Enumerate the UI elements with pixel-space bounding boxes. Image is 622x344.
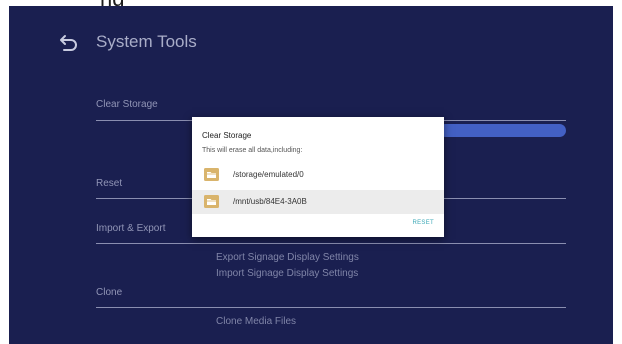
header: System Tools xyxy=(9,28,613,58)
folder-icon xyxy=(204,168,219,181)
divider xyxy=(96,307,566,308)
dialog-title: Clear Storage xyxy=(202,131,252,140)
divider xyxy=(96,243,566,244)
storage-item-internal[interactable]: /storage/emulated/0 xyxy=(192,163,444,187)
menu-item-import-settings[interactable]: Import Signage Display Settings xyxy=(216,268,358,279)
storage-path: /mnt/usb/84E4-3A0B xyxy=(233,197,307,206)
page-title: System Tools xyxy=(96,32,197,51)
storage-item-usb[interactable]: /mnt/usb/84E4-3A0B xyxy=(192,190,444,214)
focus-highlight-bar xyxy=(439,124,566,137)
clear-storage-dialog: Clear Storage This will erase all data,i… xyxy=(192,117,444,237)
menu-item-clear-storage[interactable]: Clear Storage xyxy=(96,99,158,110)
system-tools-screen: System Tools Clear Storage Reset Import … xyxy=(9,6,613,344)
dialog-message: This will erase all data,including: xyxy=(202,147,303,154)
menu-item-reset[interactable]: Reset xyxy=(96,178,122,189)
back-arrow-icon[interactable] xyxy=(59,32,79,52)
menu-item-import-export[interactable]: Import & Export xyxy=(96,223,165,234)
menu-item-clone-media[interactable]: Clone Media Files xyxy=(216,316,296,327)
menu-item-clone[interactable]: Clone xyxy=(96,287,122,298)
menu-item-export-settings[interactable]: Export Signage Display Settings xyxy=(216,252,359,263)
storage-path: /storage/emulated/0 xyxy=(233,170,304,179)
reset-button[interactable]: RESET xyxy=(412,220,434,226)
folder-icon xyxy=(204,195,219,208)
